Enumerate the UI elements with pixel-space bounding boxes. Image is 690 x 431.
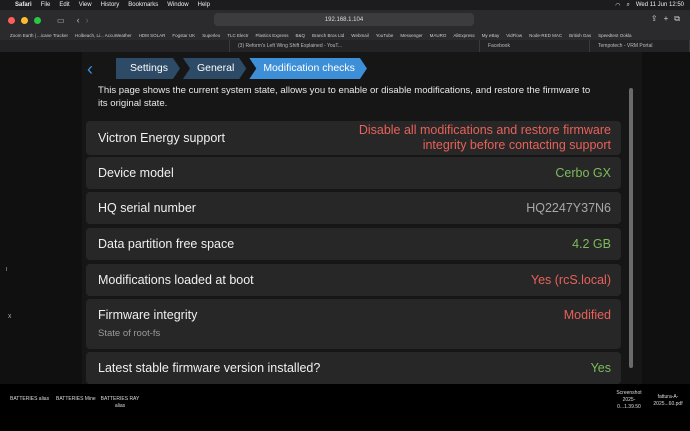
- bookmark-item[interactable]: HDM SOLAR: [139, 33, 166, 38]
- row-sublabel: State of root-fs: [98, 328, 161, 339]
- row-label: HQ serial number: [98, 201, 196, 215]
- menu-history[interactable]: History: [101, 2, 120, 8]
- bookmark-item[interactable]: Speedtest Ookla: [598, 33, 631, 38]
- bookmark-item[interactable]: Webmail: [351, 33, 368, 38]
- side-marker: l: [6, 267, 8, 273]
- bookmark-item[interactable]: VidFlow: [506, 33, 522, 38]
- menu-file[interactable]: File: [41, 2, 51, 8]
- page-description: This page shows the current system state…: [98, 85, 591, 109]
- tab-label: Tempotech - VRM Portal: [598, 43, 653, 49]
- row-label: Modifications loaded at boot: [98, 273, 254, 287]
- share-icon[interactable]: ⇪: [651, 14, 658, 24]
- close-window-button[interactable]: [8, 16, 15, 24]
- tab-blank[interactable]: [0, 40, 230, 52]
- row-device-model[interactable]: Device model Cerbo GX: [86, 157, 621, 189]
- row-label: Victron Energy support: [98, 131, 225, 145]
- row-latest-firmware[interactable]: Latest stable firmware version installed…: [86, 352, 621, 384]
- bookmark-item[interactable]: Zoom Earth | ...icane Tracker: [10, 33, 68, 38]
- bookmark-item[interactable]: Superleo: [202, 33, 220, 38]
- menu-view[interactable]: View: [79, 2, 92, 8]
- row-value: Modified: [563, 308, 611, 322]
- zoom-window-button[interactable]: [34, 16, 41, 24]
- breadcrumb-modification-checks: Modification checks: [249, 58, 367, 79]
- desktop-item-pdf[interactable]: fattura-A-2025...60.pdf: [648, 394, 688, 408]
- bookmark-item[interactable]: Holbeach, Li... AccuWeather: [75, 33, 132, 38]
- bookmark-item[interactable]: AliExpress: [453, 33, 474, 38]
- back-chevron-icon[interactable]: ‹: [87, 60, 93, 78]
- address-bar[interactable]: 192.168.1.104: [214, 13, 474, 26]
- row-value: HQ2247Y37N6: [526, 201, 611, 215]
- back-arrow-icon[interactable]: ‹: [77, 15, 80, 25]
- row-label: Firmware integrity: [98, 308, 198, 322]
- menu-window[interactable]: Window: [167, 2, 188, 8]
- tab-label: (3) Reform's Left Wing Shift Explained -…: [238, 43, 343, 49]
- bookmark-item[interactable]: My eBay: [482, 33, 500, 38]
- menu-bookmarks[interactable]: Bookmarks: [128, 2, 158, 8]
- tab-facebook[interactable]: Facebook: [480, 40, 590, 52]
- desktop-item-batteries-mine[interactable]: BATTERIES Mine: [56, 396, 96, 403]
- search-icon[interactable]: ⌕: [626, 2, 629, 9]
- bookmarks-bar: Zoom Earth | ...icane Tracker Holbeach, …: [0, 30, 690, 40]
- minimize-window-button[interactable]: [21, 16, 28, 24]
- row-value: 4.2 GB: [572, 237, 611, 251]
- bookmark-item[interactable]: YouTube: [376, 33, 394, 38]
- side-marker: X: [8, 314, 12, 320]
- row-modifications-boot[interactable]: Modifications loaded at boot Yes (rcS.lo…: [86, 264, 621, 296]
- bookmark-item[interactable]: MAURO: [430, 33, 447, 38]
- tab-overview-icon[interactable]: ⧉: [674, 14, 680, 24]
- bookmark-item[interactable]: TLC Electr: [227, 33, 248, 38]
- bookmark-item[interactable]: B&Q: [295, 33, 305, 38]
- desktop-item-screenshot[interactable]: Screenshot 2025-0...1.39.50: [612, 390, 646, 411]
- sidebar-icon[interactable]: ▭: [57, 16, 65, 25]
- desktop-bar: BATTERIES alias BATTERIES Mine BATTERIES…: [0, 384, 690, 431]
- breadcrumb-settings[interactable]: Settings: [116, 58, 180, 79]
- row-value: Cerbo GX: [555, 166, 611, 180]
- row-label: Device model: [98, 166, 174, 180]
- tab-vrm-portal[interactable]: Tempotech - VRM Portal: [590, 40, 690, 52]
- row-value: Disable all modifications and restore fi…: [358, 123, 611, 152]
- tab-label: Facebook: [488, 43, 510, 49]
- bookmark-item[interactable]: Branch Bros Ltd: [312, 33, 344, 38]
- menu-clock[interactable]: Wed 11 Jun 12:50: [636, 2, 684, 8]
- url-text: 192.168.1.104: [324, 16, 364, 23]
- breadcrumb: Settings General Modification checks: [116, 58, 370, 79]
- row-label: Data partition free space: [98, 237, 235, 251]
- bookmark-item[interactable]: Node-RED MAC: [529, 33, 562, 38]
- new-tab-icon[interactable]: +: [664, 14, 669, 24]
- row-label: Latest stable firmware version installed…: [98, 361, 321, 375]
- row-data-partition[interactable]: Data partition free space 4.2 GB: [86, 228, 621, 260]
- row-hq-serial[interactable]: HQ serial number HQ2247Y37N6: [86, 192, 621, 224]
- forward-arrow-icon[interactable]: ›: [86, 15, 89, 25]
- breadcrumb-general[interactable]: General: [183, 58, 246, 79]
- desktop-item-batteries-ray[interactable]: BATTERIES RAY alias: [100, 396, 140, 410]
- browser-toolbar: ▭ ‹ › 192.168.1.104 ⇪ + ⧉: [0, 10, 690, 30]
- menu-help[interactable]: Help: [198, 2, 210, 8]
- row-value: Yes: [590, 361, 611, 375]
- desktop-item-batteries-alias[interactable]: BATTERIES alias: [10, 396, 49, 403]
- menu-edit[interactable]: Edit: [59, 2, 69, 8]
- row-victron-support[interactable]: Victron Energy support Disable all modif…: [86, 121, 621, 155]
- menu-safari[interactable]: Safari: [15, 2, 32, 8]
- menu-bar: Safari File Edit View History Bookmarks …: [0, 0, 690, 10]
- bookmark-item[interactable]: British Gas: [569, 33, 591, 38]
- row-value: Yes (rcS.local): [530, 273, 611, 287]
- venus-gui-panel: ‹ Settings General Modification checks T…: [82, 52, 642, 384]
- bookmark-item[interactable]: Plastics Express: [255, 33, 288, 38]
- bookmark-item[interactable]: Fogstar UK: [172, 33, 195, 38]
- row-firmware-integrity[interactable]: Firmware integrity State of root-fs Modi…: [86, 299, 621, 349]
- wifi-icon[interactable]: ◠: [615, 2, 620, 9]
- bookmark-item[interactable]: Messenger: [400, 33, 422, 38]
- web-content: ‹ Settings General Modification checks T…: [0, 52, 690, 384]
- scrollbar[interactable]: [629, 88, 633, 368]
- tab-youtube[interactable]: (3) Reform's Left Wing Shift Explained -…: [230, 40, 480, 52]
- tab-strip: (3) Reform's Left Wing Shift Explained -…: [0, 40, 690, 52]
